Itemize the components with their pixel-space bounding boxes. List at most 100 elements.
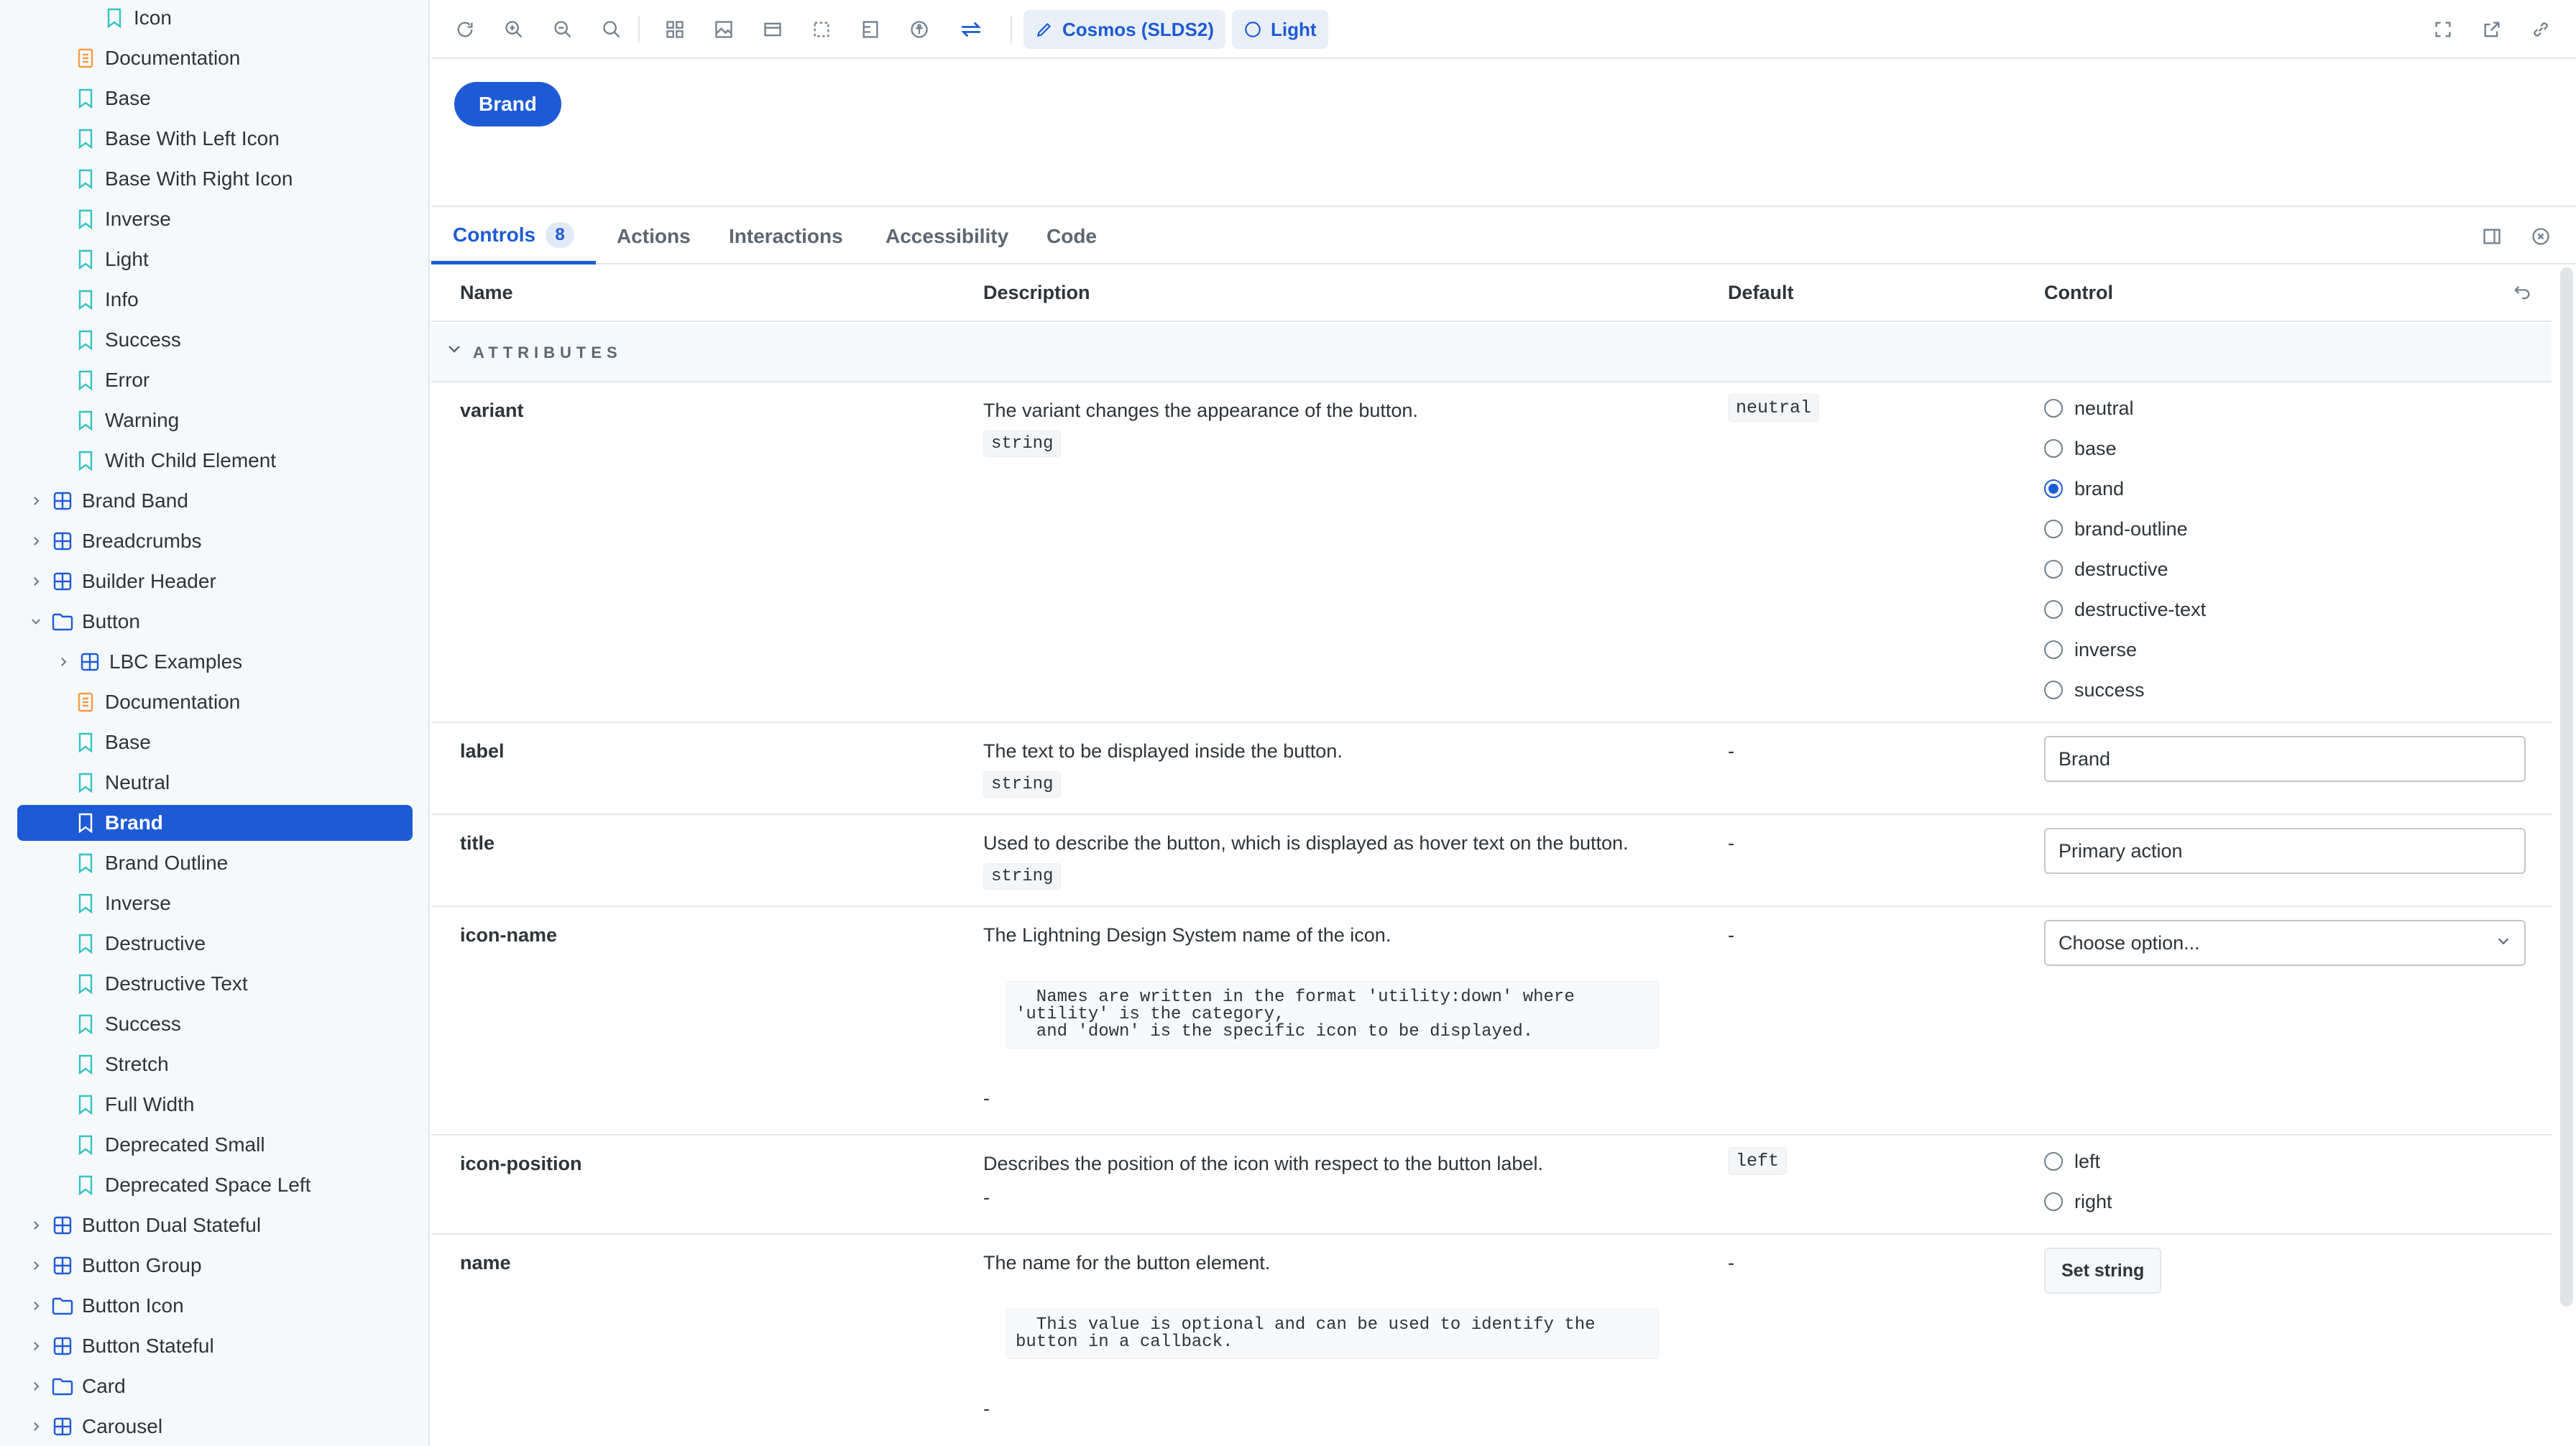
sidebar-item-icon[interactable]: Icon [104,0,172,36]
measure-icon[interactable] [858,17,883,42]
sidebar-item-button-icon[interactable]: Button Icon [26,1288,184,1324]
variant-radio-destructive-text[interactable]: destructive-text [2044,589,2206,630]
radio-button[interactable] [2044,600,2063,619]
open-new-tab-icon[interactable] [2480,17,2504,42]
chevron-right-icon[interactable] [53,655,73,668]
sidebar-item-button-dual-stateful[interactable]: Button Dual Stateful [26,1207,261,1243]
chevron-right-icon[interactable] [26,535,46,548]
chevron-down-icon[interactable] [26,615,46,628]
background-icon[interactable] [712,17,736,42]
reload-icon[interactable] [453,17,477,42]
sidebar-item-neutral[interactable]: Neutral [75,765,170,801]
close-panel-icon[interactable] [2529,224,2553,249]
radio-button[interactable] [2044,640,2063,659]
sidebar-item-button[interactable]: Button [26,604,140,640]
brand-button[interactable]: Brand [454,82,561,126]
attributes-section[interactable]: ATTRIBUTES [431,323,2552,382]
tab-controls[interactable]: Controls 8 [431,208,597,264]
mode-selector[interactable]: Light [1232,10,1328,49]
direction-icon[interactable] [959,17,983,42]
scrollbar[interactable] [2560,267,2573,1307]
sidebar-item-base[interactable]: Base [75,724,151,760]
sidebar-item-base-with-right-icon[interactable]: Base With Right Icon [75,161,293,197]
sidebar-item-documentation[interactable]: Documentation [75,684,240,720]
zoom-in-icon[interactable] [502,17,526,42]
radio-button[interactable] [2044,439,2063,458]
theme-selector[interactable]: Cosmos (SLDS2) [1024,10,1225,49]
radio-button[interactable] [2044,1192,2063,1211]
chevron-right-icon[interactable] [26,1420,46,1433]
tab-code[interactable]: Code [1046,208,1097,264]
viewport-icon[interactable] [760,17,785,42]
radio-button[interactable] [2044,1152,2063,1171]
sidebar-item-full-width[interactable]: Full Width [75,1087,194,1123]
sidebar-item-stretch[interactable]: Stretch [75,1046,169,1082]
label-input[interactable]: Brand [2044,736,2526,782]
zoom-out-icon[interactable] [551,17,575,42]
reset-controls-icon[interactable] [2510,280,2534,305]
sidebar-item-destructive-text[interactable]: Destructive Text [75,966,248,1002]
sidebar-item-with-child-element[interactable]: With Child Element [75,443,276,479]
radio-button[interactable] [2044,681,2063,699]
sidebar-item-warning[interactable]: Warning [75,402,179,438]
grid-icon[interactable] [663,17,687,42]
fullscreen-icon[interactable] [2431,17,2455,42]
sidebar-item-error[interactable]: Error [75,362,150,398]
set-string-button[interactable]: Set string [2044,1248,2162,1294]
sidebar-item-card[interactable]: Card [26,1368,126,1404]
sidebar-item-lbc-examples[interactable]: LBC Examples [53,644,242,680]
radio-button[interactable] [2044,479,2063,498]
sidebar-item-inverse[interactable]: Inverse [75,885,171,921]
chevron-right-icon[interactable] [26,1299,46,1312]
sidebar-item-button-stateful[interactable]: Button Stateful [26,1328,214,1364]
variant-radio-brand-outline[interactable]: brand-outline [2044,509,2206,549]
sidebar-item-documentation[interactable]: Documentation [75,40,240,76]
sidebar-item-info[interactable]: Info [75,282,139,318]
sidebar-item-deprecated-small[interactable]: Deprecated Small [75,1127,265,1163]
sidebar-item-brand[interactable]: Brand [17,805,413,841]
tab-interactions[interactable]: Interactions [729,208,843,264]
variant-radio-neutral[interactable]: neutral [2044,388,2206,428]
sidebar-item-button-group[interactable]: Button Group [26,1248,202,1284]
title-input[interactable]: Primary action [2044,828,2526,874]
panel-orientation-icon[interactable] [2480,224,2504,249]
radio-button[interactable] [2044,560,2063,579]
tab-actions[interactable]: Actions [617,208,691,264]
bookmark-icon [75,249,96,270]
sidebar-item-success[interactable]: Success [75,322,181,358]
sidebar-item-brand-band[interactable]: Brand Band [26,483,188,519]
icon-name-select[interactable]: Choose option... [2044,920,2526,966]
sidebar-item-base-with-left-icon[interactable]: Base With Left Icon [75,121,280,157]
variant-radio-brand[interactable]: brand [2044,469,2206,509]
variant-radio-base[interactable]: base [2044,428,2206,469]
sidebar-item-light[interactable]: Light [75,241,149,277]
copy-link-icon[interactable] [2529,17,2553,42]
radio-button[interactable] [2044,399,2063,418]
accessibility-icon[interactable] [907,17,932,42]
chevron-right-icon[interactable] [26,1340,46,1353]
outline-icon[interactable] [809,17,834,42]
sidebar-item-breadcrumbs[interactable]: Breadcrumbs [26,523,202,559]
sidebar-item-inverse[interactable]: Inverse [75,201,171,237]
radio-button[interactable] [2044,520,2063,538]
sidebar-item-destructive[interactable]: Destructive [75,926,206,962]
sidebar-item-deprecated-space-left[interactable]: Deprecated Space Left [75,1167,310,1203]
variant-radio-destructive[interactable]: destructive [2044,549,2206,589]
sidebar-item-builder-header[interactable]: Builder Header [26,563,216,599]
variant-radio-success[interactable]: success [2044,670,2206,710]
chevron-right-icon[interactable] [26,494,46,507]
chevron-right-icon[interactable] [26,1219,46,1232]
icon-position-radio-left[interactable]: left [2044,1141,2112,1182]
zoom-reset-icon[interactable] [599,17,624,42]
icon-position-radio-right[interactable]: right [2044,1182,2112,1222]
chevron-right-icon[interactable] [26,1380,46,1393]
sidebar-item-success[interactable]: Success [75,1006,181,1042]
sidebar-item-carousel[interactable]: Carousel [26,1409,162,1445]
tab-accessibility[interactable]: Accessibility [886,208,1008,264]
sidebar-item-base[interactable]: Base [75,80,151,116]
sidebar-item-brand-outline[interactable]: Brand Outline [75,845,228,881]
variant-radio-inverse[interactable]: inverse [2044,630,2206,670]
chevron-right-icon[interactable] [26,575,46,588]
chevron-right-icon[interactable] [26,1259,46,1272]
description-text: Describes the position of the icon with … [983,1153,1543,1174]
